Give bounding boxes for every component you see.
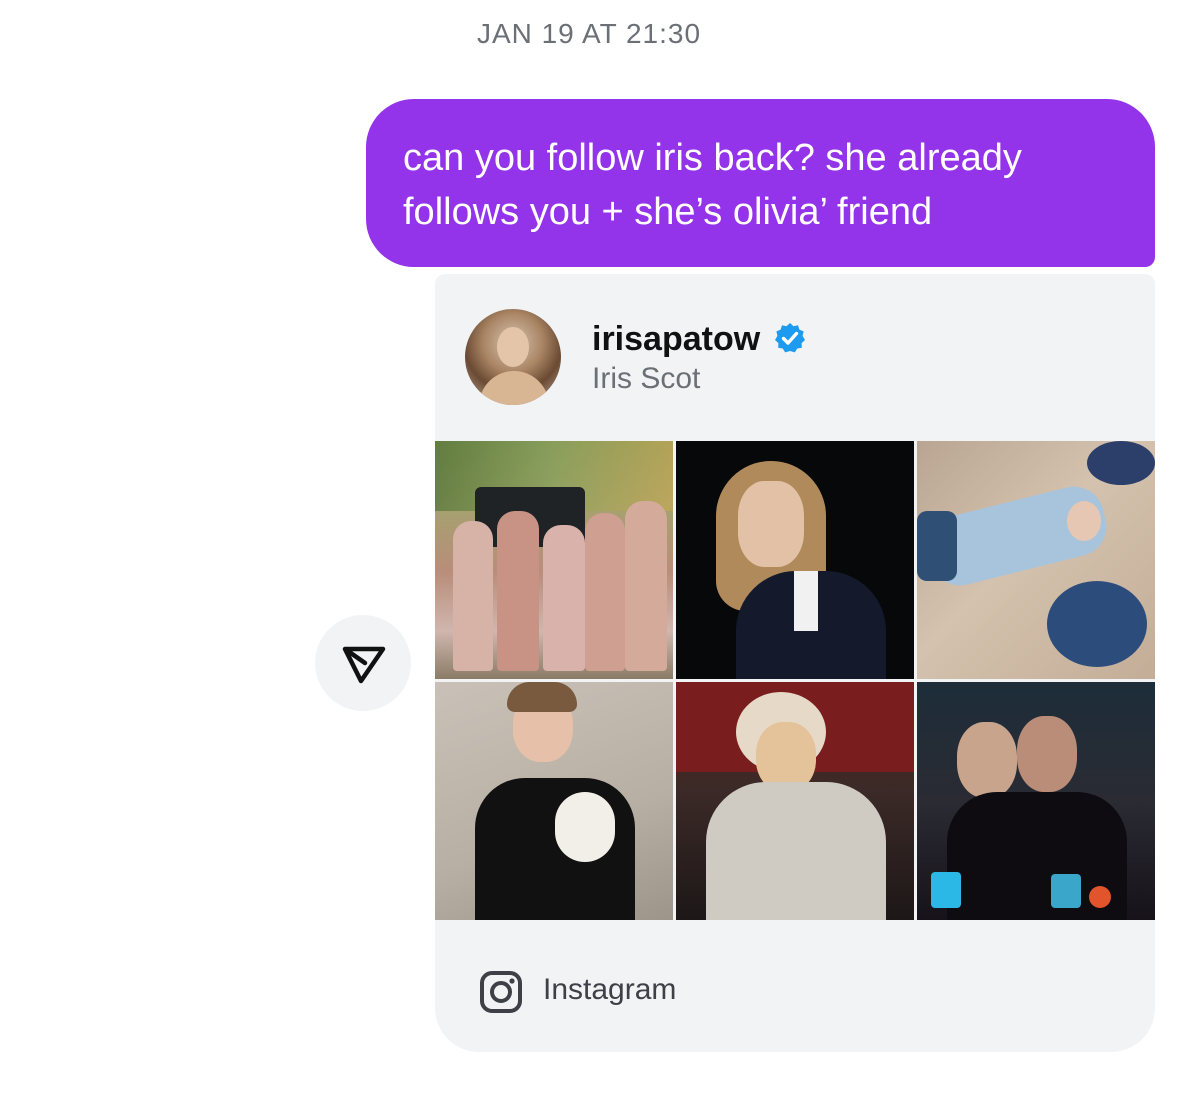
share-button[interactable] xyxy=(315,615,411,711)
photo-face xyxy=(738,481,804,567)
photo-top xyxy=(706,782,886,920)
photo-group[interactable] xyxy=(435,441,673,679)
photo-glass xyxy=(931,872,961,908)
photo-jeans xyxy=(917,511,957,581)
username-text: irisapatow xyxy=(592,320,761,358)
instagram-icon xyxy=(480,971,522,1013)
instagram-label: Instagram xyxy=(543,973,677,1006)
photo-grid xyxy=(435,441,1155,920)
photo-figure xyxy=(543,525,585,671)
photo-figure xyxy=(625,501,667,671)
message-timestamp: JAN 19 AT 21:30 xyxy=(476,18,702,49)
photo-pompom xyxy=(1087,441,1155,485)
profile-share-card[interactable]: irisapatow Iris Scot Instagram xyxy=(435,274,1155,1052)
photo-hair xyxy=(507,682,577,712)
photo-glass xyxy=(1051,874,1081,908)
photo-ruffle xyxy=(555,792,615,862)
photo-collar xyxy=(794,571,818,631)
profile-username[interactable]: irisapatow xyxy=(592,320,806,359)
photo-floor[interactable] xyxy=(917,441,1155,679)
photo-pompom xyxy=(1047,581,1147,667)
photo-selfie[interactable] xyxy=(917,682,1155,920)
avatar-shoulders xyxy=(479,371,549,405)
profile-full-name: Iris Scot xyxy=(592,362,701,395)
photo-portrait[interactable] xyxy=(676,441,914,679)
verified-badge-icon xyxy=(775,323,806,353)
photo-figure xyxy=(585,513,625,671)
avatar-face xyxy=(497,327,529,367)
photo-figure xyxy=(453,521,493,671)
message-bubble[interactable]: can you follow iris back? she already fo… xyxy=(366,99,1155,267)
photo-face xyxy=(957,722,1017,798)
photo-dress xyxy=(475,778,635,920)
photo-figure xyxy=(497,511,539,671)
avatar[interactable] xyxy=(465,309,561,405)
message-text: can you follow iris back? she already fo… xyxy=(403,137,1022,233)
photo-black-dress[interactable] xyxy=(435,682,673,920)
photo-sequin[interactable] xyxy=(676,682,914,920)
share-arrow-icon xyxy=(342,646,386,684)
photo-face xyxy=(1067,501,1101,541)
photo-face xyxy=(1017,716,1077,792)
photo-candle xyxy=(1089,886,1111,908)
